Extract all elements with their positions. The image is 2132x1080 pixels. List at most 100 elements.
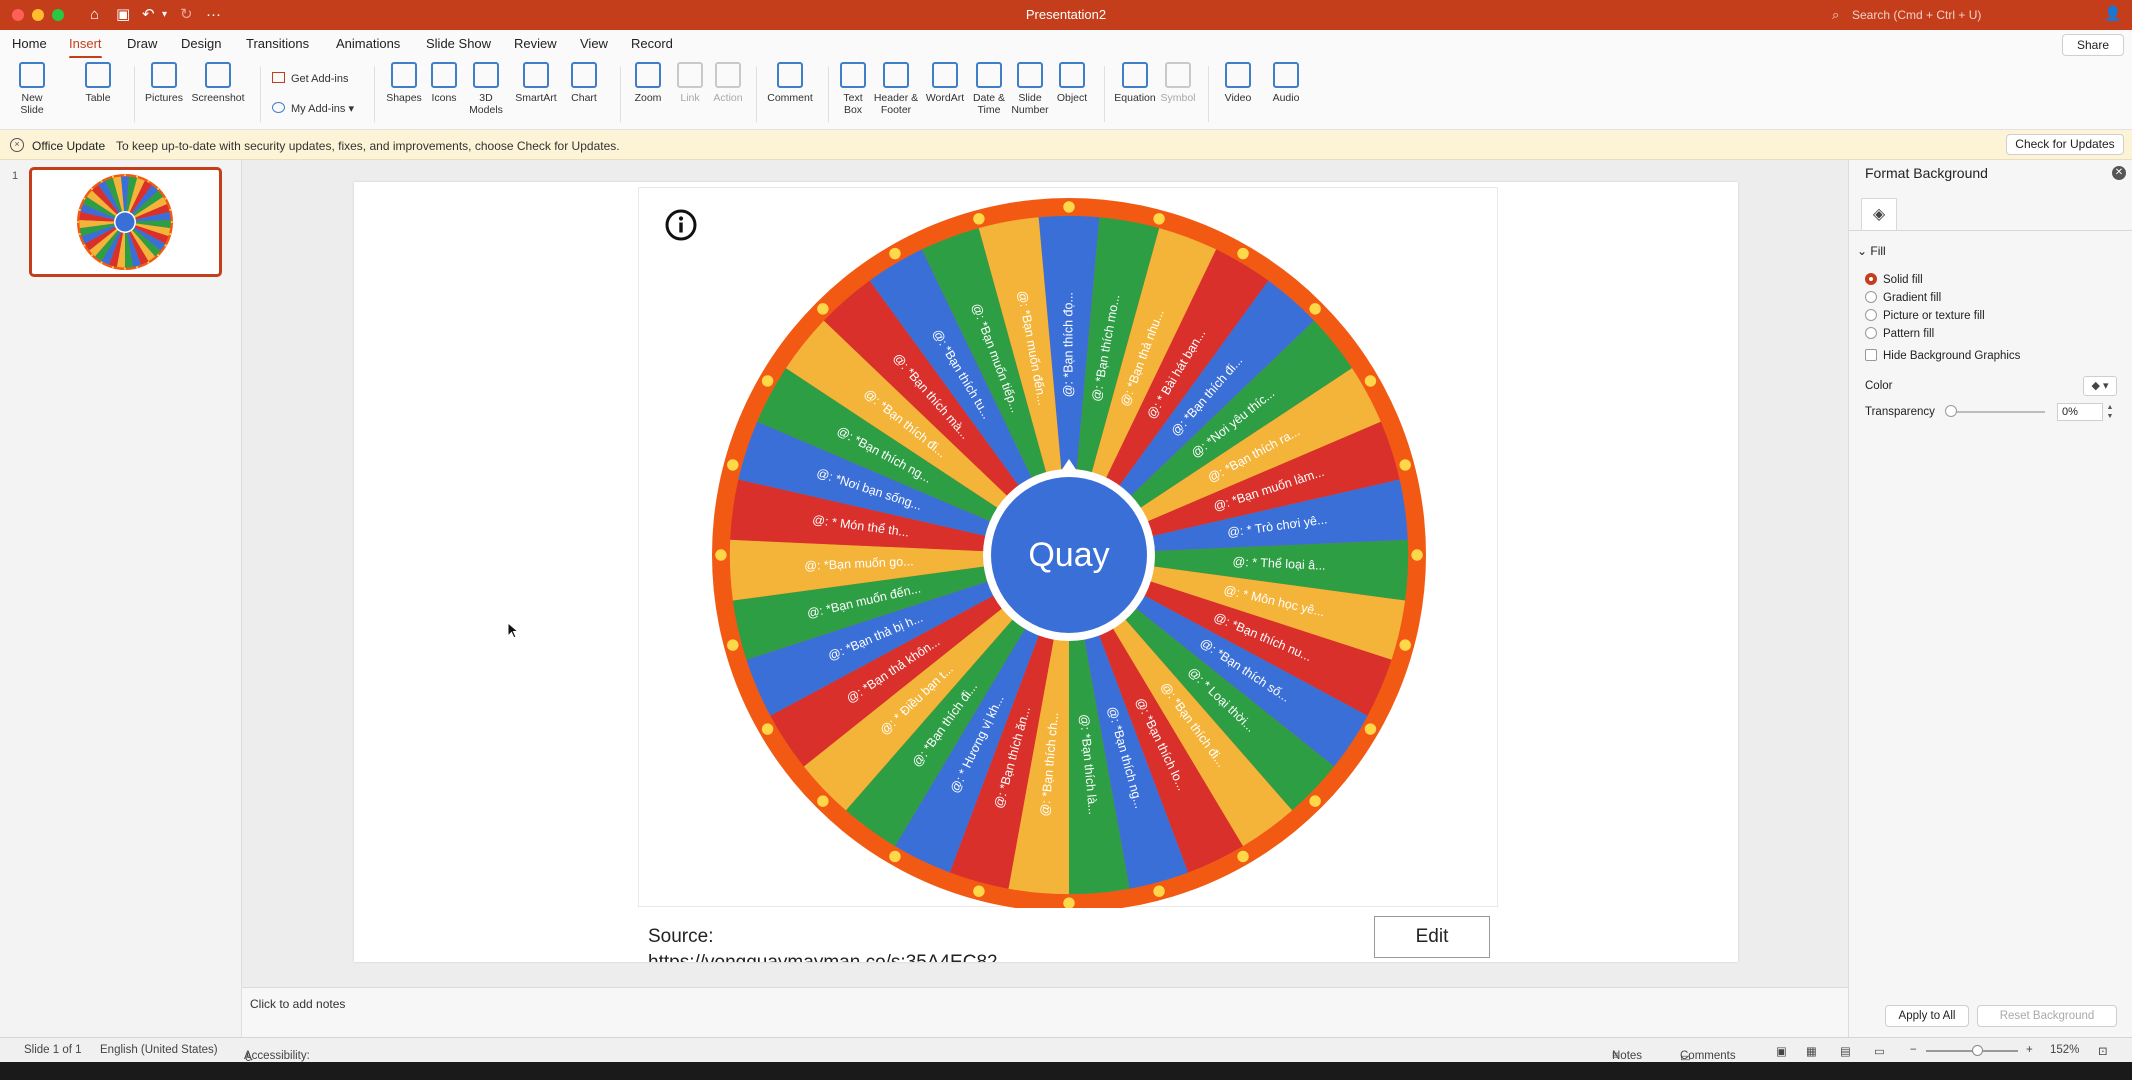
edit-button[interactable]: Edit (1374, 916, 1490, 958)
transparency-slider[interactable] (1949, 411, 2045, 413)
zoom-level[interactable]: 152% (2050, 1044, 2079, 1056)
link-button[interactable]: Link (672, 62, 708, 104)
hide-background-graphics-checkbox[interactable]: Hide Background Graphics (1865, 349, 2020, 362)
zoom-out-icon[interactable]: − (1910, 1044, 1917, 1056)
rim-bulb (100, 180, 103, 183)
shapes-icon (391, 62, 417, 88)
thumbnail-number: 1 (12, 170, 19, 182)
date-time-button[interactable]: Date & Time (970, 62, 1008, 116)
search-icon: ⌕ (1832, 7, 1840, 22)
tab-animations[interactable]: Animations (336, 36, 400, 51)
source-url-link[interactable]: https://vongquaymayman.co/s:35A4EC82 (648, 952, 998, 962)
tab-transitions[interactable]: Transitions (246, 36, 309, 51)
rim-bulb (78, 208, 81, 211)
ribbon-separator (260, 66, 261, 122)
search-input[interactable]: ⌕ Search (Cmd + Ctrl + U) (1830, 5, 2070, 25)
wordart-button[interactable]: WordArt (922, 62, 968, 104)
apply-to-all-button[interactable]: Apply to All (1885, 1005, 1969, 1027)
addins-icon (272, 102, 285, 113)
transparency-stepper[interactable]: ▲ ▼ (2105, 403, 2115, 421)
wordart-icon (932, 62, 958, 88)
solid-fill-radio[interactable]: Solid fill (1865, 273, 1923, 286)
rim-bulb (124, 267, 126, 270)
equation-button[interactable]: Equation (1110, 62, 1160, 104)
tab-draw[interactable]: Draw (127, 36, 157, 51)
smartart-button[interactable]: SmartArt (510, 62, 562, 104)
audio-button[interactable]: Audio (1266, 62, 1306, 104)
rim-bulb (136, 266, 139, 269)
rim-bulb (157, 187, 160, 190)
icons-button[interactable]: Icons (426, 62, 462, 104)
slide-sorter-view-icon[interactable]: ▦ (1806, 1044, 1817, 1058)
info-icon[interactable] (664, 208, 698, 242)
fit-to-window-icon[interactable]: ⊡ (2098, 1044, 2108, 1058)
comment-icon (777, 62, 803, 88)
rim-bulb (83, 197, 86, 200)
zoom-in-icon[interactable]: + (2026, 1044, 2033, 1056)
gradient-fill-radio[interactable]: Gradient fill (1865, 291, 1941, 304)
tab-insert[interactable]: Insert (69, 36, 102, 59)
notes-pane[interactable]: Click to add notes (242, 987, 1848, 1037)
pattern-fill-radio[interactable]: Pattern fill (1865, 327, 1934, 340)
action-button[interactable]: Action (710, 62, 746, 104)
spin-wheel-embed[interactable]: @: *Bạn thích đọ... @: *Bạn thích mo... @:… (638, 187, 1498, 912)
ribbon-separator (374, 66, 375, 122)
rim-bulb (1399, 459, 1411, 471)
embed-footer: Source: https://vongquaymayman.co/s:35A4… (638, 908, 1498, 962)
transparency-input[interactable]: 0% (2057, 403, 2103, 421)
account-icon[interactable]: 👤 (2104, 5, 2121, 22)
zoom-slider-thumb[interactable] (1972, 1045, 1983, 1056)
rim-bulb (83, 244, 86, 247)
close-pane-icon[interactable]: ✕ (2112, 166, 2126, 180)
table-button[interactable]: Table (78, 62, 118, 104)
reset-background-button[interactable]: Reset Background (1977, 1005, 2117, 1027)
update-message: To keep up-to-date with security updates… (116, 139, 620, 153)
pictures-button[interactable]: Pictures (142, 62, 186, 104)
fill-section-header[interactable]: ⌄ Fill (1857, 244, 1886, 258)
fill-bucket-icon[interactable]: ◈ (1861, 198, 1897, 230)
slide-number-button[interactable]: Slide Number (1010, 62, 1050, 116)
rim-bulb (1153, 213, 1165, 225)
rim-bulb (90, 187, 93, 190)
tab-home[interactable]: Home (12, 36, 47, 51)
reading-view-icon[interactable]: ▤ (1840, 1044, 1851, 1058)
office-update-bar: × Office Update To keep up-to-date with … (0, 130, 2132, 160)
transparency-slider-thumb[interactable] (1945, 405, 1957, 417)
color-picker-button[interactable]: ◆ ▾ (2083, 376, 2117, 396)
tab-slide-show[interactable]: Slide Show (426, 36, 491, 51)
tab-design[interactable]: Design (181, 36, 221, 51)
share-button[interactable]: Share (2062, 34, 2124, 56)
3d-models-button[interactable]: 3D Models (466, 62, 506, 116)
symbol-button[interactable]: Symbol (1156, 62, 1200, 104)
notes-placeholder: Click to add notes (250, 997, 346, 1011)
zoom-button[interactable]: Zoom (628, 62, 668, 104)
video-button[interactable]: Video (1218, 62, 1258, 104)
header-footer-button[interactable]: Header & Footer (872, 62, 920, 116)
screenshot-button[interactable]: Screenshot (190, 62, 246, 104)
normal-view-icon[interactable]: ▣ (1776, 1044, 1787, 1058)
object-icon (1059, 62, 1085, 88)
get-addins-button[interactable]: Get Add-ins (272, 72, 348, 85)
slide-editor: @: *Bạn thích đọ... @: *Bạn thích mo... @:… (242, 160, 1848, 987)
tab-review[interactable]: Review (514, 36, 557, 51)
header-footer-icon (883, 62, 909, 88)
shapes-button[interactable]: Shapes (384, 62, 424, 104)
check-for-updates-button[interactable]: Check for Updates (2006, 134, 2124, 155)
format-background-pane: Format Background ✕ ◈ ⌄ Fill Solid fill … (1848, 160, 2132, 1037)
spin-wheel[interactable]: @: *Bạn thích đọ... @: *Bạn thích mo...@:… (707, 188, 1431, 912)
text-box-button[interactable]: Text Box (836, 62, 870, 116)
tab-view[interactable]: View (580, 36, 608, 51)
slide-thumbnail[interactable] (29, 167, 222, 277)
comment-button[interactable]: Comment (766, 62, 814, 104)
source-label: Source: (648, 926, 714, 947)
object-button[interactable]: Object (1052, 62, 1092, 104)
rim-bulb (147, 180, 150, 183)
new-slide-button[interactable]: New Slide (12, 62, 52, 116)
language-status[interactable]: English (United States) (100, 1044, 218, 1056)
slide-show-view-icon[interactable]: ▭ (1874, 1044, 1885, 1058)
picture-texture-fill-radio[interactable]: Picture or texture fill (1865, 309, 1985, 322)
chart-button[interactable]: Chart (566, 62, 602, 104)
tab-record[interactable]: Record (631, 36, 673, 51)
slide-canvas[interactable]: @: *Bạn thích đọ... @: *Bạn thích mo... @:… (354, 182, 1738, 962)
my-addins-button[interactable]: My Add-ins ▾ (272, 102, 354, 115)
